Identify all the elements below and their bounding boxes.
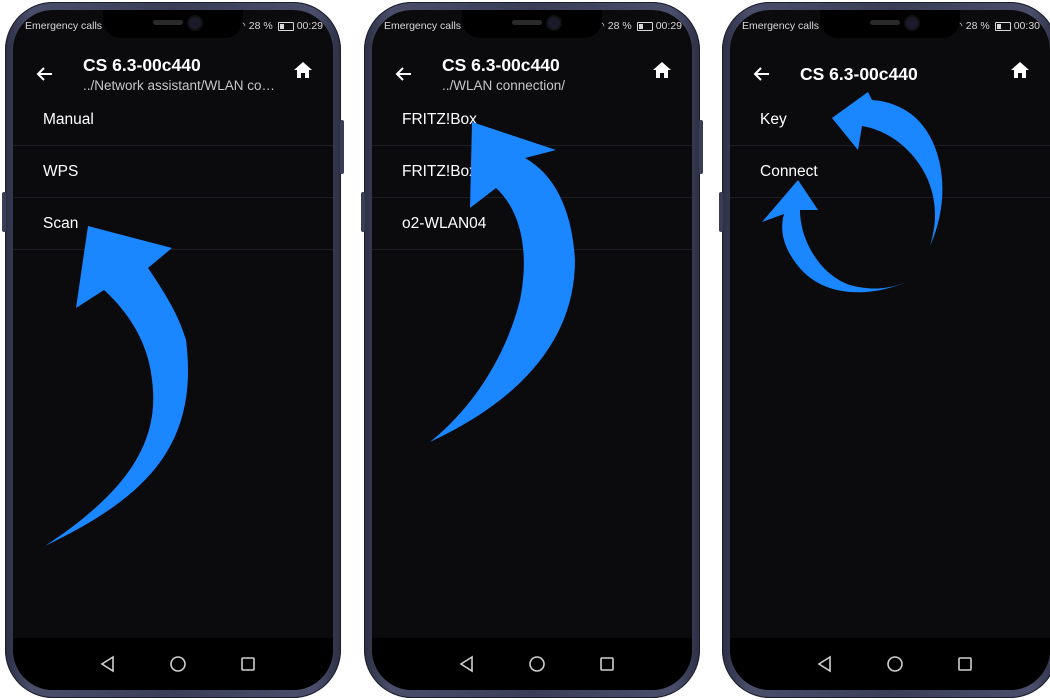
notch [103, 10, 243, 38]
list-item-manual[interactable]: Manual [13, 94, 333, 146]
triangle-back-icon[interactable] [816, 655, 834, 673]
arrow-left-icon[interactable] [33, 62, 57, 86]
battery-percent: 28 % [607, 20, 632, 32]
volume-button [719, 192, 723, 232]
circle-home-icon[interactable] [886, 655, 904, 673]
volume-button [361, 192, 365, 232]
page-title: CS 6.3-00c440 [800, 64, 918, 84]
breadcrumb: ../Network assistant/WLAN co… [83, 78, 276, 93]
phone-1: Emergency calls only ▯ı ◠ 28 % 00:29 CS … [2, 2, 344, 698]
power-button [340, 120, 344, 174]
screen: Emergency calls only ▯ı ◠ 28 % 00:29 CS … [372, 10, 692, 690]
power-button [699, 120, 703, 174]
home-icon[interactable] [652, 60, 676, 84]
clock: 00:29 [296, 20, 323, 32]
list-item-network[interactable]: o2-WLAN04 [372, 198, 692, 250]
screen: Emergency calls only ▯ı ◠ 28 % 00:30 CS … [730, 10, 1050, 690]
triangle-back-icon[interactable] [458, 655, 476, 673]
title-block: CS 6.3-00c440 ../Network assistant/WLAN … [83, 55, 283, 93]
menu-list: Manual WPS Scan [13, 94, 333, 250]
circle-home-icon[interactable] [169, 655, 187, 673]
title-block: CS 6.3-00c440 ../WLAN connection/ [442, 55, 642, 93]
front-camera [548, 17, 560, 29]
list-item-network[interactable]: FRITZ!Box [372, 94, 692, 146]
clock: 00:29 [655, 20, 682, 32]
page-title: CS 6.3-00c440 [442, 55, 560, 75]
front-camera [189, 17, 201, 29]
volume-button [2, 192, 6, 232]
battery-icon [994, 21, 1011, 31]
arrow-left-icon[interactable] [750, 62, 774, 86]
speaker [153, 20, 183, 25]
speaker [870, 20, 900, 25]
list-item-scan[interactable]: Scan [13, 198, 333, 250]
triangle-back-icon[interactable] [99, 655, 117, 673]
battery-percent: 28 % [248, 20, 273, 32]
clock: 00:30 [1013, 20, 1040, 32]
square-recents-icon[interactable] [956, 655, 974, 673]
notch [820, 10, 960, 38]
notch [462, 10, 602, 38]
wifi-network-list: FRITZ!Box FRITZ!Box o2-WLAN04 [372, 94, 692, 250]
phone-3: Emergency calls only ▯ı ◠ 28 % 00:30 CS … [719, 2, 1050, 698]
breadcrumb: ../WLAN connection/ [442, 78, 566, 93]
home-icon[interactable] [1010, 60, 1034, 84]
battery-icon [636, 21, 653, 31]
navigation-bar [372, 638, 692, 690]
front-camera [906, 17, 918, 29]
navigation-bar [13, 638, 333, 690]
home-icon[interactable] [293, 60, 317, 84]
list-item-key[interactable]: Key [730, 94, 1050, 146]
square-recents-icon[interactable] [239, 655, 257, 673]
square-recents-icon[interactable] [598, 655, 616, 673]
page-title: CS 6.3-00c440 [83, 55, 201, 75]
circle-home-icon[interactable] [528, 655, 546, 673]
list-item-connect[interactable]: Connect [730, 146, 1050, 198]
speaker [512, 20, 542, 25]
screen: Emergency calls only ▯ı ◠ 28 % 00:29 CS … [13, 10, 333, 690]
arrow-left-icon[interactable] [392, 62, 416, 86]
list-item-network[interactable]: FRITZ!Box [372, 146, 692, 198]
list-item-wps[interactable]: WPS [13, 146, 333, 198]
battery-percent: 28 % [965, 20, 990, 32]
navigation-bar [730, 638, 1050, 690]
battery-icon [277, 21, 294, 31]
phone-2: Emergency calls only ▯ı ◠ 28 % 00:29 CS … [361, 2, 703, 698]
settings-list: Key Connect [730, 94, 1050, 198]
title-block: CS 6.3-00c440 [800, 64, 1000, 85]
